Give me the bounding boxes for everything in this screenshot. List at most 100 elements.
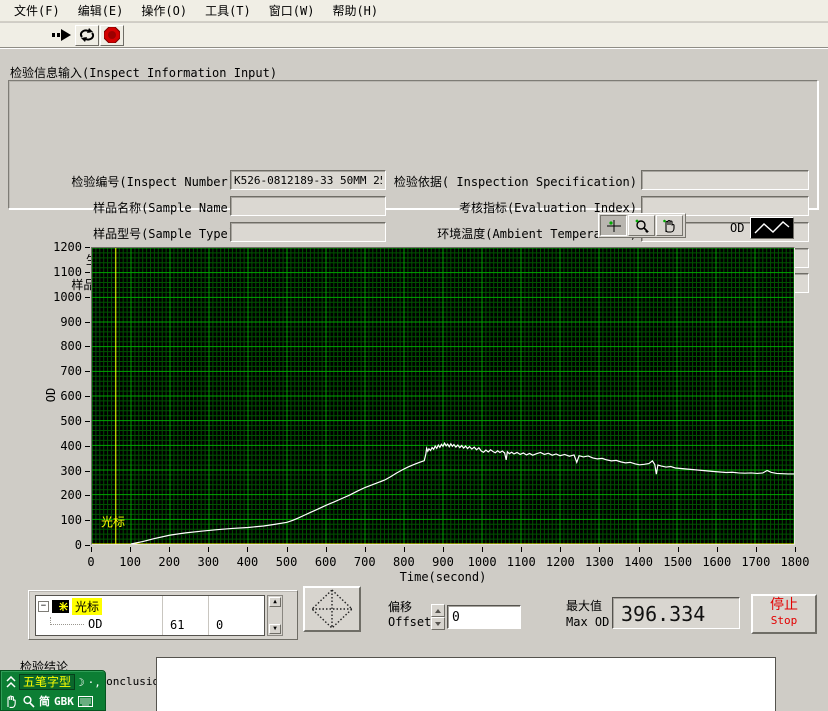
y-tick-label: 0	[30, 538, 82, 552]
run-button[interactable]	[50, 25, 74, 46]
x-tick-label: 700	[345, 555, 385, 569]
x-tick-mark	[130, 547, 131, 552]
x-tick-mark	[404, 547, 405, 552]
y-tick-label: 700	[30, 364, 82, 378]
stop-button[interactable]: 停止 Stop	[751, 594, 817, 634]
menu-window[interactable]: 窗口(W)	[261, 0, 323, 21]
x-tick-mark	[795, 547, 796, 552]
cursor-legend-panel: − 光标 OD 61 0 ▲ ▼	[28, 590, 298, 640]
zoom-tool-button[interactable]	[628, 215, 655, 236]
run-arrow-icon	[52, 28, 72, 42]
conclusion-textarea[interactable]	[156, 657, 776, 711]
tree-line	[50, 617, 84, 625]
ime-magnifier-icon[interactable]	[22, 695, 35, 708]
cursor-tool-button[interactable]	[600, 215, 627, 236]
ime-fullhalf-moon-icon[interactable]: ☽	[78, 676, 85, 689]
waveform-chart: OD 0100200300400500600700800900100011001…	[0, 240, 828, 590]
legend-line-swatch	[750, 217, 794, 239]
y-tick-mark	[85, 421, 90, 422]
crosshair-icon	[606, 219, 622, 233]
scroll-up-button[interactable]: ▲	[269, 597, 281, 607]
menu-operate[interactable]: 操作(O)	[133, 0, 195, 21]
loop-arrows-icon	[79, 28, 95, 42]
y-tick-mark	[85, 396, 90, 397]
run-continuous-button[interactable]	[75, 25, 99, 46]
scroll-down-button[interactable]: ▼	[269, 624, 281, 634]
cursor-list-scrollbar[interactable]: ▲ ▼	[267, 595, 283, 636]
y-tick-label: 800	[30, 339, 82, 353]
menu-tools[interactable]: 工具(T)	[197, 0, 259, 21]
y-tick-mark	[85, 322, 90, 323]
y-tick-mark	[85, 371, 90, 372]
ime-method-name[interactable]: 五笔字型	[19, 674, 75, 690]
offset-field[interactable]	[447, 605, 521, 629]
section-title: 检验信息输入(Inspect Information Input)	[10, 64, 277, 81]
y-tick-label: 300	[30, 464, 82, 478]
tree-collapse-button[interactable]: −	[38, 601, 49, 612]
ime-punctuation-icon[interactable]: ·,	[88, 676, 101, 689]
offset-increment-button[interactable]	[431, 604, 445, 617]
pan-tool-button[interactable]	[656, 215, 683, 236]
diamond-nav-icon	[310, 588, 354, 630]
y-tick-label: 600	[30, 389, 82, 403]
y-tick-label: 400	[30, 439, 82, 453]
menu-help[interactable]: 帮助(H)	[324, 0, 386, 21]
sample-type-field[interactable]	[230, 222, 386, 242]
cursor-name[interactable]: 光标	[72, 598, 102, 615]
ime-collapse-button[interactable]	[4, 675, 17, 690]
menu-file[interactable]: 文件(F)	[6, 0, 68, 21]
cursor-list[interactable]: − 光标 OD 61 0	[35, 595, 265, 636]
y-tick-mark	[85, 545, 90, 546]
graph-palette	[598, 213, 686, 238]
x-tick-mark	[599, 547, 600, 552]
cursor-mover-button[interactable]	[303, 586, 361, 632]
cursor-series-row[interactable]: OD	[50, 616, 102, 632]
ime-keyboard-icon[interactable]	[78, 696, 93, 707]
y-tick-label: 200	[30, 488, 82, 502]
x-tick-mark	[169, 547, 170, 552]
menu-edit[interactable]: 编辑(E)	[70, 0, 132, 21]
x-tick-label: 1100	[501, 555, 541, 569]
x-tick-label: 500	[267, 555, 307, 569]
cursor-x-value: 61	[170, 618, 184, 632]
cursor-y-value: 0	[216, 618, 223, 632]
x-tick-label: 1600	[697, 555, 737, 569]
x-tick-label: 0	[71, 555, 111, 569]
ime-toolbar: 五笔字型 ☽ ·, 简 GBK	[0, 670, 106, 711]
plot-legend[interactable]: OD	[730, 216, 794, 239]
y-tick-label: 1100	[30, 265, 82, 279]
x-tick-mark	[208, 547, 209, 552]
x-axis-title: Time(second)	[383, 570, 503, 584]
hand-icon	[662, 219, 678, 233]
ime-charset-label[interactable]: GBK	[54, 695, 74, 708]
magnifier-icon	[634, 219, 650, 233]
x-tick-label: 900	[423, 555, 463, 569]
app-window: 文件(F) 编辑(E) 操作(O) 工具(T) 窗口(W) 帮助(H)	[0, 0, 828, 711]
abort-button[interactable]	[100, 25, 124, 46]
x-tick-label: 1400	[619, 555, 659, 569]
x-tick-label: 800	[384, 555, 424, 569]
x-tick-label: 1300	[579, 555, 619, 569]
plot-area[interactable]	[91, 247, 795, 545]
inspect-number-field[interactable]	[230, 170, 386, 190]
y-tick-mark	[85, 297, 90, 298]
inspection-spec-field[interactable]	[641, 170, 809, 190]
x-tick-mark	[639, 547, 640, 552]
cursor-style-icon[interactable]	[52, 600, 69, 613]
y-tick-mark	[85, 446, 90, 447]
ime-simplified-toggle[interactable]: 简	[39, 693, 50, 709]
cursor-label[interactable]: 光标	[101, 513, 125, 530]
y-tick-mark	[85, 471, 90, 472]
ime-hand-icon[interactable]	[5, 695, 18, 708]
y-tick-mark	[85, 346, 90, 347]
sample-name-label: 样品名称(Sample Name)	[93, 199, 235, 216]
offset-decrement-button[interactable]	[431, 617, 445, 630]
x-tick-mark	[365, 547, 366, 552]
x-tick-label: 1500	[658, 555, 698, 569]
y-tick-label: 100	[30, 513, 82, 527]
max-od-label: 最大值 Max OD	[566, 598, 609, 630]
y-tick-label: 1200	[30, 240, 82, 254]
y-tick-mark	[85, 495, 90, 496]
sample-name-field[interactable]	[230, 196, 386, 216]
x-tick-mark	[521, 547, 522, 552]
